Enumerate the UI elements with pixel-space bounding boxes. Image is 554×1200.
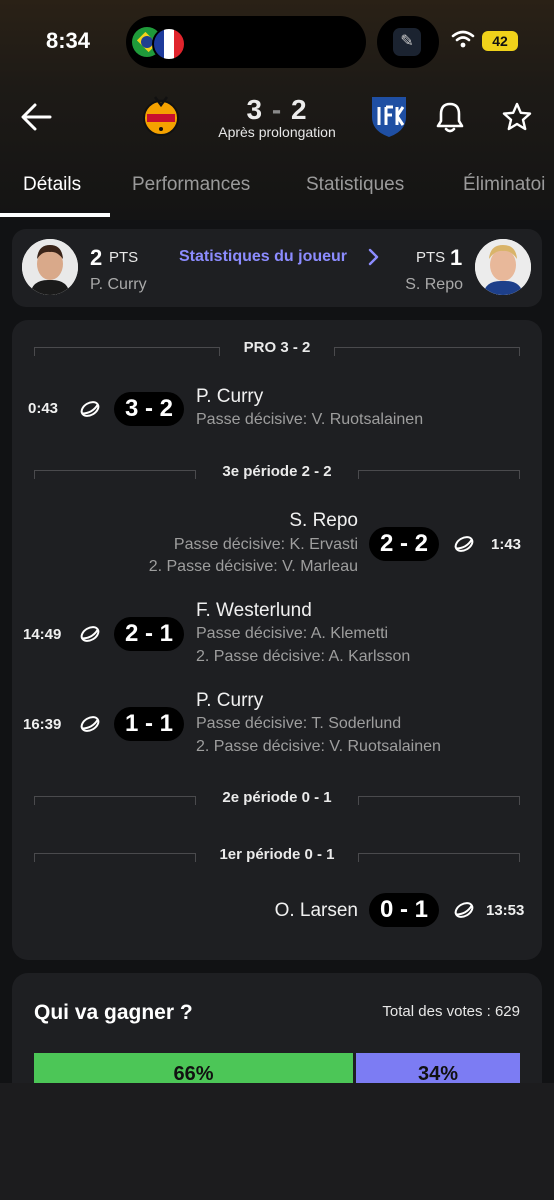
divider-line [334,347,520,356]
goal-time: 0:43 [28,400,59,417]
left-player-points-label: PTS [109,249,139,266]
back-arrow-icon[interactable] [20,102,54,132]
divider-line [358,470,520,479]
bell-icon[interactable] [436,101,464,133]
avatar [22,239,78,295]
divider-line [358,796,520,805]
home-team-logo[interactable] [138,93,184,139]
divider-line [34,347,220,356]
hockey-puck-icon [80,716,100,732]
tab-statistics[interactable]: Statistiques [306,174,404,196]
goal-assist: Passe décisive: K. Ervasti [173,536,358,553]
hockey-puck-icon [80,401,100,417]
hockey-puck-icon [454,902,474,918]
away-team-logo[interactable] [366,93,412,139]
period-header-second: 2e période 0 - 1 [222,789,332,806]
player-photo-repo [475,239,531,295]
poll-title: Qui va gagner ? [34,1001,193,1024]
goal-scorer[interactable]: O. Larsen [158,900,358,922]
player-stats-link[interactable]: Statistiques du joueur [179,248,347,266]
goal-second-assist: 2. Passe décisive: V. Marleau [148,558,358,575]
star-icon[interactable] [501,101,533,133]
hockey-puck-icon [80,626,100,642]
goal-assist: Passe décisive: V. Ruotsalainen [196,411,424,428]
tab-details[interactable]: Détails [23,174,81,196]
goal-assist: Passe décisive: T. Soderlund [196,715,402,732]
goal-assist: Passe décisive: A. Klemetti [196,625,389,642]
goal-score-pill: 1 - 1 [114,707,184,741]
goal-score-pill: 2 - 2 [369,527,439,561]
period-header-third: 3e période 2 - 2 [222,463,332,480]
right-player-points: 1 [450,245,463,270]
home-score: 3 [246,94,264,125]
right-player-name: S. Repo [405,276,463,293]
player-photo-curry [22,239,78,295]
app-icon: ✎ [393,28,421,56]
poll-card: Qui va gagner ? Total des votes : 629 66… [12,973,542,1083]
period-header-pro: PRO 3 - 2 [243,339,311,356]
poll-option-home[interactable]: 66% [34,1053,353,1083]
divider-line [34,470,196,479]
poll-total-votes: Total des votes : 629 [382,1003,520,1020]
right-player-points-label: PTS [416,249,446,266]
live-activity-island: ✎ [377,16,439,68]
tab-eliminations[interactable]: Éliminatoi [463,174,545,196]
tab-performances[interactable]: Performances [132,174,250,196]
goal-second-assist: 2. Passe décisive: A. Karlsson [196,648,411,665]
hockey-puck-icon [454,536,474,552]
goal-time: 13:53 [486,902,525,919]
period-header-first: 1er période 0 - 1 [219,846,335,863]
goal-score-pill: 3 - 2 [114,392,184,426]
goal-scorer[interactable]: P. Curry [196,386,263,408]
goal-scorer[interactable]: S. Repo [158,510,358,532]
match-status: Après prolongation [218,124,336,140]
player-stats-card[interactable]: 2 PTS P. Curry Statistiques du joueur PT… [12,229,542,307]
divider-line [34,796,196,805]
divider-line [34,853,196,862]
dynamic-island [126,16,366,68]
goal-second-assist: 2. Passe décisive: V. Ruotsalainen [196,738,441,755]
france-flag-icon [152,27,186,61]
match-events-card: PRO 3 - 2 0:43 3 - 2 P. Curry Passe déci… [12,320,542,960]
wifi-icon [451,30,475,48]
left-player-name: P. Curry [90,276,147,293]
goal-time: 14:49 [23,626,62,643]
active-tab-indicator [0,213,110,217]
battery-indicator: 42 [482,31,518,51]
away-score: 2 [290,94,308,125]
goal-time: 1:43 [491,536,522,553]
goal-time: 16:39 [23,716,62,733]
score-separator: - [271,94,283,125]
match-score: 3 - 2 [210,94,344,126]
poll-option-away[interactable]: 34% [356,1053,520,1083]
goal-score-pill: 2 - 1 [114,617,184,651]
chevron-right-icon[interactable] [367,247,379,267]
status-time: 8:34 [46,28,91,53]
goal-scorer[interactable]: P. Curry [196,690,263,712]
goal-score-pill: 0 - 1 [369,893,439,927]
avatar [475,239,531,295]
bottom-panel [0,1083,554,1200]
divider-line [358,853,520,862]
goal-scorer[interactable]: F. Westerlund [196,600,312,622]
left-player-points: 2 [90,245,103,270]
